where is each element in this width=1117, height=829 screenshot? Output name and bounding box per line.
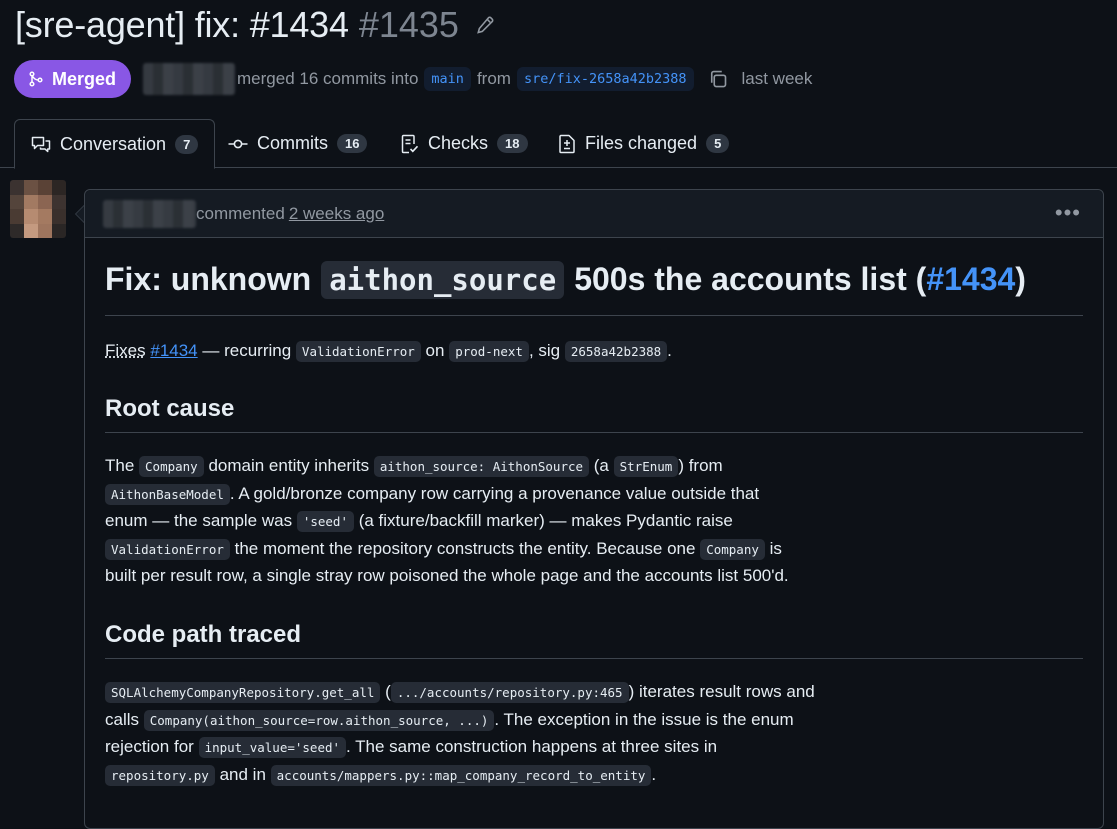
tab-label: Commits xyxy=(257,133,328,153)
tab-checks[interactable]: Checks 18 xyxy=(385,119,544,168)
inline-code: AithonBaseModel xyxy=(105,483,230,505)
tab-label: Checks xyxy=(428,133,489,153)
inline-code: StrEnum xyxy=(613,456,679,478)
comment-body: Fix: unknown aithon_source 500s the acco… xyxy=(85,238,1103,789)
file-diff-icon xyxy=(559,134,575,153)
text: . xyxy=(667,341,672,360)
text: . The same construction happens at three… xyxy=(346,737,718,757)
git-commit-icon xyxy=(228,139,248,148)
inline-code: Company xyxy=(700,538,765,560)
comment-discussion-icon xyxy=(31,136,51,153)
text: on xyxy=(425,341,445,360)
heading-text: Fix: unknown xyxy=(105,261,312,297)
pr-title: [sre-agent] fix: #1434 xyxy=(15,4,349,45)
merged-label: Merged xyxy=(52,68,117,89)
pr-title-row: [sre-agent] fix: #1434 #1435 xyxy=(15,2,495,48)
root-cause-paragraph: The Company domain entity inherits aitho… xyxy=(105,453,805,589)
tab-label: Files changed xyxy=(585,133,698,153)
inline-code: accounts/mappers.py::map_company_record_… xyxy=(270,764,652,786)
inline-code: repository.py xyxy=(105,764,215,786)
heading-code: aithon_source xyxy=(321,260,565,299)
text: the moment the repository constructs the… xyxy=(234,538,696,558)
pencil-icon[interactable] xyxy=(475,15,495,35)
inline-code: SQLAlchemyCompanyRepository.get_all xyxy=(105,682,381,704)
intro-paragraph: Fixes #1434 — recurring ValidationError … xyxy=(105,338,1083,365)
text: The xyxy=(105,456,135,476)
text: and in xyxy=(219,764,266,784)
merge-summary: merged 16 commits into xyxy=(237,69,419,88)
issue-link[interactable]: #1434 xyxy=(150,341,197,360)
comment-header: commented 2 weeks ago ••• xyxy=(85,190,1103,238)
inline-code: Company(aithon_source=row.aithon_source,… xyxy=(143,709,495,731)
text: . xyxy=(651,764,657,784)
text: , sig xyxy=(528,341,561,360)
code-path-paragraph: SQLAlchemyCompanyRepository.get_all (...… xyxy=(105,679,815,789)
merged-badge: Merged xyxy=(14,60,132,98)
code-path-heading: Code path traced xyxy=(105,621,1083,660)
text: — recurring xyxy=(202,341,292,360)
base-branch[interactable]: main xyxy=(424,67,471,91)
kebab-horizontal-icon[interactable]: ••• xyxy=(1055,200,1081,226)
pr-meta-row: Merged merged 16 commits into main from … xyxy=(14,59,812,99)
checklist-icon xyxy=(401,134,419,153)
inline-code: 2658a42b2388 xyxy=(564,341,668,362)
tab-count: 16 xyxy=(337,134,368,153)
comment-pointer xyxy=(75,205,84,223)
tab-count: 18 xyxy=(497,134,528,153)
comment-heading: Fix: unknown aithon_source 500s the acco… xyxy=(105,238,1083,316)
tab-conversation[interactable]: Conversation 7 xyxy=(14,119,216,169)
issue-link[interactable]: #1434 xyxy=(926,261,1015,298)
author-name-redacted[interactable] xyxy=(143,63,236,95)
heading-text: ) xyxy=(1015,261,1026,297)
inline-code: input_value='seed' xyxy=(198,737,347,759)
tab-count: 5 xyxy=(706,134,730,153)
pr-tabs: Conversation 7 Commits 16 Checks 18 File… xyxy=(0,119,1117,169)
inline-code: ValidationError xyxy=(295,341,421,362)
inline-code: Company xyxy=(139,456,204,478)
pr-number: #1435 xyxy=(358,4,459,45)
text: (a xyxy=(593,456,609,476)
comment-action: commented xyxy=(196,203,285,223)
text: (a fixture/backfill marker) — makes Pyda… xyxy=(358,511,733,531)
inline-code: .../accounts/repository.py:465 xyxy=(390,682,629,704)
inline-code: ValidationError xyxy=(105,538,230,560)
comment-box: commented 2 weeks ago ••• Fix: unknown a… xyxy=(84,189,1104,829)
merge-time: last week xyxy=(741,69,813,88)
git-merge-icon xyxy=(29,71,43,87)
tab-label: Conversation xyxy=(60,133,167,154)
heading-text: 500s the accounts list ( xyxy=(574,261,927,297)
avatar[interactable] xyxy=(10,180,66,238)
inline-code: prod-next xyxy=(449,341,529,362)
tab-count: 7 xyxy=(175,134,199,154)
root-cause-heading: Root cause xyxy=(105,395,1083,434)
from-text: from xyxy=(476,69,511,88)
tab-files-changed[interactable]: Files changed 5 xyxy=(542,119,745,168)
fixes-keyword: Fixes xyxy=(105,341,146,360)
comment-timestamp-link[interactable]: 2 weeks ago xyxy=(289,204,384,224)
text: ) from xyxy=(678,456,723,476)
inline-code: aithon_source: AithonSource xyxy=(373,456,590,478)
text: ( xyxy=(385,682,391,702)
head-branch[interactable]: sre/fix-2658a42b2388 xyxy=(516,67,694,91)
inline-code: 'seed' xyxy=(296,511,354,533)
copy-icon[interactable] xyxy=(708,69,728,89)
tab-commits[interactable]: Commits 16 xyxy=(212,119,383,168)
text: domain entity inherits xyxy=(208,456,370,476)
commenter-name-redacted[interactable] xyxy=(103,199,196,228)
